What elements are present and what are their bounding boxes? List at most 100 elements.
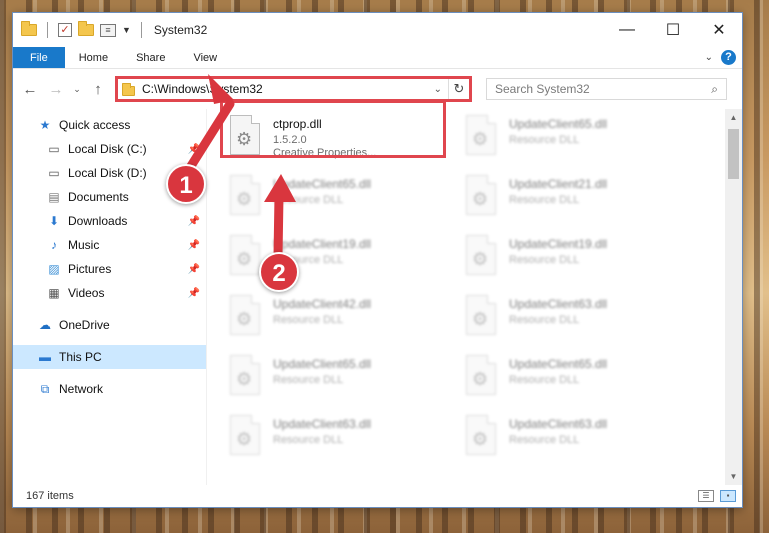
- sidebar-item-local-disk-c[interactable]: ▭ Local Disk (C:) 📌: [13, 137, 206, 161]
- expand-ribbon-chevron-icon[interactable]: ⌄: [705, 52, 713, 63]
- details-view-icon[interactable]: ☰: [698, 490, 714, 502]
- file-name: UpdateClient63.dll: [273, 417, 372, 431]
- sidebar-item-quick-access[interactable]: ★ Quick access: [13, 113, 206, 137]
- sidebar-item-label: Pictures: [68, 262, 112, 276]
- window-title: System32: [153, 23, 208, 37]
- file-detail: Resource DLL: [273, 194, 344, 206]
- gear-icon: ⚙: [472, 429, 489, 449]
- sidebar-item-pictures[interactable]: ▨ Pictures 📌: [13, 257, 206, 281]
- gear-icon: ⚙: [472, 129, 489, 149]
- minimize-button[interactable]: —: [604, 13, 650, 47]
- file-meta: UpdateClient63.dll Resource DLL: [509, 415, 607, 446]
- title-bar: ✓ ≡ ▼ System32 — ☐ ✕: [13, 13, 742, 47]
- gear-icon: ⚙: [472, 189, 489, 209]
- file-detail: Resource DLL: [509, 314, 580, 326]
- file-tile[interactable]: ⚙ UpdateClient42.dll Resource DLL: [227, 295, 463, 343]
- large-icons-view-icon[interactable]: ▪: [720, 490, 736, 502]
- pin-icon[interactable]: 📌: [188, 264, 200, 275]
- customize-toolbar-dropdown-icon[interactable]: ▼: [122, 25, 131, 35]
- scroll-down-arrow-icon[interactable]: ▼: [725, 468, 742, 485]
- sidebar-item-music[interactable]: ♪ Music 📌: [13, 233, 206, 257]
- forward-arrow-icon[interactable]: →: [45, 78, 67, 100]
- refresh-icon[interactable]: ↻: [449, 79, 469, 99]
- file-name: UpdateClient65.dll: [273, 177, 372, 191]
- sidebar-item-label: Quick access: [59, 118, 131, 132]
- file-name: UpdateClient42.dll: [273, 297, 372, 311]
- sidebar-item-network[interactable]: ⧉ Network: [13, 377, 206, 401]
- up-arrow-icon[interactable]: ↑: [87, 78, 109, 100]
- file-tile[interactable]: ⚙ UpdateClient21.dll Resource DLL: [463, 175, 699, 223]
- search-icon[interactable]: ⌕: [711, 82, 718, 97]
- file-tile[interactable]: ⚙ UpdateClient63.dll Resource DLL: [463, 415, 699, 463]
- gear-icon: ⚙: [236, 309, 253, 329]
- videos-icon: ▦: [48, 286, 60, 300]
- sidebar-item-downloads[interactable]: ⬇ Downloads 📌: [13, 209, 206, 233]
- file-meta: UpdateClient63.dll Resource DLL: [273, 415, 371, 446]
- status-bar: 167 items ☰ ▪: [13, 485, 742, 507]
- file-tile[interactable]: ⚙ UpdateClient65.dll Resource DLL: [463, 355, 699, 403]
- file-detail: Resource DLL: [273, 314, 344, 326]
- search-box[interactable]: Search System32 ⌕: [486, 78, 727, 100]
- file-tile[interactable]: ⚙ UpdateClient19.dll Resource DLL: [463, 235, 699, 283]
- tab-share[interactable]: Share: [122, 47, 179, 68]
- sidebar-item-videos[interactable]: ▦ Videos 📌: [13, 281, 206, 305]
- file-name: UpdateClient19.dll: [509, 237, 608, 251]
- file-detail: Resource DLL: [509, 434, 580, 446]
- file-tile[interactable]: ⚙ UpdateClient65.dll Resource DLL: [227, 175, 463, 223]
- scrollbar-thumb[interactable]: [728, 129, 739, 179]
- address-path[interactable]: C:\Windows\System32: [142, 82, 428, 96]
- maximize-button[interactable]: ☐: [650, 13, 696, 47]
- dll-file-icon: ⚙: [463, 115, 499, 159]
- file-meta: UpdateClient65.dll Resource DLL: [509, 355, 607, 386]
- file-meta: UpdateClient63.dll Resource DLL: [509, 295, 607, 326]
- divider: [47, 22, 48, 38]
- pin-icon[interactable]: 📌: [188, 144, 200, 155]
- gear-icon: ⚙: [472, 369, 489, 389]
- pin-icon[interactable]: 📌: [188, 240, 200, 251]
- properties-icon[interactable]: ≡: [100, 23, 116, 37]
- tab-file[interactable]: File: [13, 47, 65, 68]
- gear-icon: ⚙: [236, 189, 253, 209]
- documents-icon: ▤: [48, 190, 60, 204]
- properties-check-icon[interactable]: ✓: [58, 23, 72, 37]
- close-button[interactable]: ✕: [696, 13, 742, 47]
- sidebar-item-label: Local Disk (D:): [68, 166, 147, 180]
- sidebar-item-onedrive[interactable]: ☁ OneDrive: [13, 313, 206, 337]
- sidebar-item-this-pc[interactable]: ▬ This PC: [13, 345, 206, 369]
- help-icon[interactable]: ?: [721, 50, 736, 65]
- dll-file-icon: ⚙: [227, 115, 263, 159]
- file-tile[interactable]: ⚙ UpdateClient65.dll Resource DLL: [463, 115, 699, 163]
- dll-file-icon: ⚙: [463, 235, 499, 279]
- folder-icon: [122, 82, 135, 96]
- file-tile[interactable]: ⚙ ctprop.dll 1.5.2.0 Creative Properties...: [227, 115, 463, 163]
- pin-icon[interactable]: 📌: [188, 288, 200, 299]
- new-folder-icon[interactable]: [78, 21, 94, 36]
- computer-icon: ▬: [39, 350, 51, 364]
- dll-file-icon: ⚙: [227, 295, 263, 339]
- file-tile[interactable]: ⚙ UpdateClient63.dll Resource DLL: [227, 415, 463, 463]
- cloud-icon: ☁: [39, 318, 51, 332]
- file-tile[interactable]: ⚙ UpdateClient63.dll Resource DLL: [463, 295, 699, 343]
- back-arrow-icon[interactable]: ←: [19, 78, 41, 100]
- file-name: UpdateClient63.dll: [509, 417, 608, 431]
- gear-icon: ⚙: [236, 129, 253, 149]
- file-meta: UpdateClient65.dll Resource DLL: [273, 355, 371, 386]
- file-detail: Resource DLL: [273, 434, 344, 446]
- address-bar[interactable]: C:\Windows\System32 ⌄: [118, 79, 449, 99]
- file-name: ctprop.dll: [273, 117, 322, 131]
- tab-home[interactable]: Home: [65, 47, 122, 68]
- pin-icon[interactable]: 📌: [188, 216, 200, 227]
- address-dropdown-icon[interactable]: ⌄: [428, 84, 448, 95]
- dll-file-icon: ⚙: [463, 355, 499, 399]
- tab-view[interactable]: View: [179, 47, 231, 68]
- file-list: ⚙ ctprop.dll 1.5.2.0 Creative Properties...…: [207, 109, 742, 485]
- file-tile[interactable]: ⚙ UpdateClient65.dll Resource DLL: [227, 355, 463, 403]
- file-name: UpdateClient21.dll: [509, 177, 608, 191]
- file-name: UpdateClient65.dll: [509, 357, 608, 371]
- gear-icon: ⚙: [236, 429, 253, 449]
- vertical-scrollbar[interactable]: ▲ ▼: [725, 109, 742, 485]
- recent-locations-chevron-icon[interactable]: ⌄: [71, 78, 83, 100]
- file-detail: Resource DLL: [509, 134, 580, 146]
- scroll-up-arrow-icon[interactable]: ▲: [725, 109, 742, 126]
- search-input[interactable]: Search System32: [495, 82, 711, 96]
